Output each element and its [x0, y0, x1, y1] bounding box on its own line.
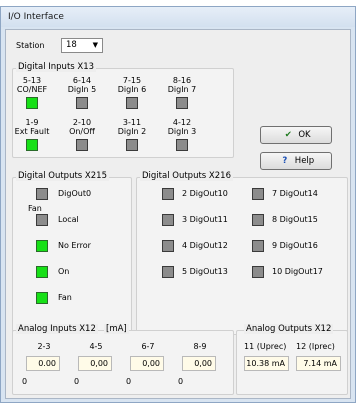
- dialog-client: Station 18 ▼ Digital Inputs X13 5-13 CO/N…: [5, 29, 351, 399]
- analog-input-value[interactable]: 0,00: [130, 356, 164, 371]
- analog-output-value: 10.38 mA: [244, 356, 289, 371]
- station-label: Station: [16, 41, 45, 50]
- digital-input-item: 3-11 DigIn 2: [110, 118, 154, 158]
- digital-input-pins: 7-15: [122, 76, 142, 85]
- digital-output-label: Fan: [58, 293, 72, 302]
- analog-inputs-title: Analog Inputs X12: [16, 324, 98, 334]
- analog-output-value: 7.14 mA: [296, 356, 341, 371]
- digital-input-led: [76, 97, 88, 109]
- digital-output-led: [36, 240, 48, 252]
- digital-input-led: [76, 139, 88, 151]
- digital-input-name: DigIn 5: [67, 85, 97, 94]
- digital-output-led: [162, 214, 174, 226]
- digital-output-label: 3 DigOut11: [182, 215, 228, 224]
- digital-input-item: 1-9 Ext Fault: [10, 118, 54, 158]
- digital-input-pins: 5-13: [22, 76, 42, 85]
- analog-input-value[interactable]: 0,00: [78, 356, 112, 371]
- analog-input-pins: 2-3: [37, 342, 51, 351]
- station-select[interactable]: 18 ▼: [61, 38, 103, 53]
- digital-input-pins: 3-11: [122, 118, 142, 127]
- digital-output-label: 2 DigOut10: [182, 189, 228, 198]
- digital-input-item: 8-16 DigIn 7: [160, 76, 204, 116]
- analog-output-name: 12 (Iprec): [296, 342, 335, 351]
- digital-input-led: [176, 97, 188, 109]
- analog-input-pins: 6-7: [141, 342, 155, 351]
- digital-input-pins: 1-9: [25, 118, 39, 127]
- analog-input-min: 0: [74, 377, 80, 386]
- help-button-label: Help: [294, 156, 315, 166]
- digital-output-label: 4 DigOut12: [182, 241, 228, 250]
- help-icon: ?: [282, 156, 288, 166]
- io-interface-window: I/O Interface Station 18 ▼ Digital Input…: [0, 6, 356, 403]
- digital-input-name: DigIn 7: [167, 85, 197, 94]
- digital-output-label: On: [58, 267, 70, 276]
- digital-outputs-x216-title: Digital Outputs X216: [140, 171, 233, 181]
- digital-output-label: DigOut0: [58, 189, 92, 198]
- digital-output-led: [252, 214, 264, 226]
- digital-input-name: DigIn 6: [117, 85, 147, 94]
- digital-input-item: 7-15 DigIn 6: [110, 76, 154, 116]
- digital-output-label: Local: [58, 215, 79, 224]
- analog-input-pins: 4-5: [89, 342, 103, 351]
- digital-output-led: [252, 188, 264, 200]
- digital-output-led: [162, 266, 174, 278]
- analog-inputs-unit: [mA]: [104, 324, 129, 334]
- ok-button[interactable]: ✔ OK: [260, 126, 332, 144]
- fan-caption: Fan: [28, 204, 42, 213]
- digital-output-led: [252, 266, 264, 278]
- digital-output-led: [162, 240, 174, 252]
- digital-output-led: [36, 188, 48, 200]
- digital-inputs-title: Digital Inputs X13: [16, 62, 97, 72]
- digital-input-name: CO/NEF: [16, 85, 48, 94]
- digital-output-led: [36, 266, 48, 278]
- digital-input-pins: 6-14: [72, 76, 92, 85]
- digital-input-name: Ext Fault: [14, 127, 50, 136]
- chevron-down-icon: ▼: [92, 41, 98, 49]
- digital-input-item: 6-14 DigIn 5: [60, 76, 104, 116]
- digital-input-led: [176, 139, 188, 151]
- digital-outputs-x216-group: [136, 177, 348, 335]
- analog-input-value[interactable]: 0,00: [182, 356, 216, 371]
- digital-output-led: [252, 240, 264, 252]
- digital-output-label: 5 DigOut13: [182, 267, 228, 276]
- digital-input-name: On/Off: [69, 127, 95, 136]
- help-button[interactable]: ? Help: [260, 152, 332, 170]
- digital-input-pins: 2-10: [72, 118, 92, 127]
- digital-input-led: [126, 139, 138, 151]
- ok-button-label: OK: [298, 130, 311, 140]
- analog-input-min: 0: [178, 377, 184, 386]
- digital-input-item: 2-10 On/Off: [60, 118, 104, 158]
- digital-output-label: 10 DigOut17: [272, 267, 323, 276]
- digital-outputs-x215-title: Digital Outputs X215: [16, 171, 109, 181]
- digital-output-label: 7 DigOut14: [272, 189, 318, 198]
- digital-input-name: DigIn 2: [117, 127, 147, 136]
- digital-outputs-x215-group: [12, 177, 132, 335]
- digital-input-item: 4-12 DigIn 3: [160, 118, 204, 158]
- digital-input-led: [26, 139, 38, 151]
- analog-input-pins: 8-9: [193, 342, 207, 351]
- digital-output-label: No Error: [58, 241, 91, 250]
- digital-input-led: [26, 97, 38, 109]
- digital-output-label: 9 DigOut16: [272, 241, 318, 250]
- analog-input-min: 0: [22, 377, 28, 386]
- digital-input-item: 5-13 CO/NEF: [10, 76, 54, 116]
- digital-output-led: [36, 214, 48, 226]
- digital-input-name: DigIn 3: [167, 127, 197, 136]
- digital-input-led: [126, 97, 138, 109]
- analog-input-value[interactable]: 0.00: [26, 356, 60, 371]
- checkmark-icon: ✔: [284, 130, 292, 140]
- station-value: 18: [66, 40, 77, 50]
- analog-outputs-title: Analog Outputs X12: [244, 324, 334, 334]
- digital-output-led: [36, 292, 48, 304]
- analog-output-name: 11 (Uprec): [244, 342, 287, 351]
- digital-output-label: 8 DigOut15: [272, 215, 318, 224]
- analog-input-min: 0: [126, 377, 132, 386]
- digital-output-led: [162, 188, 174, 200]
- digital-input-pins: 4-12: [172, 118, 192, 127]
- digital-input-pins: 8-16: [172, 76, 192, 85]
- window-title: I/O Interface: [1, 7, 355, 27]
